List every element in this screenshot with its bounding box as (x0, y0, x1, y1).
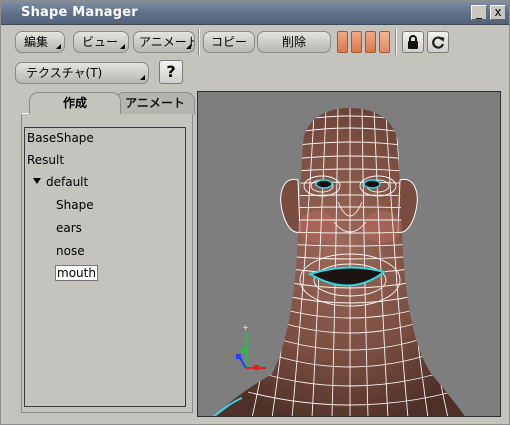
tree-item-mouth[interactable]: mouth (55, 264, 98, 282)
tree-item-result[interactable]: Result (27, 151, 64, 169)
head-surface (215, 108, 465, 416)
window-title: Shape Manager (21, 5, 138, 20)
refresh-icon (432, 36, 445, 49)
right-eye (363, 179, 381, 189)
tree-item-label: Result (27, 153, 65, 167)
tree-item-default[interactable]: default (33, 173, 88, 191)
toolbar-separator (395, 29, 397, 55)
3d-viewport[interactable]: + (197, 91, 501, 417)
tree-item-label: ears (56, 221, 82, 235)
expand-arrow-icon[interactable] (33, 178, 41, 184)
head-mesh-render: + (212, 108, 465, 416)
svg-text:+: + (242, 323, 249, 332)
tree-item-label: default (46, 175, 89, 189)
toolbar-separator (198, 29, 200, 55)
left-ear (280, 178, 301, 233)
close-button[interactable]: x (490, 5, 506, 20)
animate-menu-button[interactable]: アニメート (133, 31, 195, 53)
shape-manager-window: Shape Manager _ x 編集 ビュー アニメート コピー 削除 テク… (0, 0, 510, 425)
view-menu-button[interactable]: ビュー (73, 31, 129, 53)
texture-menu-button[interactable]: テクスチャ(T) (15, 62, 149, 84)
edit-menu-label: 編集 (24, 35, 49, 49)
weight-slider-segment[interactable] (337, 31, 348, 53)
tree-item-baseshape[interactable]: BaseShape (27, 129, 94, 147)
delete-button[interactable]: 削除 (257, 31, 331, 53)
dropdown-arrow-icon (120, 44, 125, 49)
dropdown-arrow-icon (56, 44, 61, 49)
dropdown-arrow-icon (140, 75, 145, 80)
tree-item-nose[interactable]: nose (56, 242, 85, 260)
wireframe-grid (247, 108, 453, 416)
axis-gizmo-icon: + (236, 323, 266, 370)
tree-item-label: BaseShape (27, 131, 94, 145)
tree-item-ears[interactable]: ears (56, 219, 82, 237)
tree-item-label: mouth (55, 265, 98, 281)
title-bar[interactable]: Shape Manager _ x (1, 1, 509, 25)
texture-menu-label: テクスチャ(T) (26, 66, 103, 80)
weight-slider-segment[interactable] (365, 31, 376, 53)
left-eye (315, 179, 333, 189)
refresh-button[interactable] (427, 31, 449, 53)
tab-animate[interactable]: アニメート (115, 92, 195, 114)
lock-icon (408, 35, 418, 49)
weight-slider-segment[interactable] (351, 31, 362, 53)
minimize-button[interactable]: _ (471, 5, 487, 20)
tree-item-label: nose (56, 244, 85, 258)
tree-item-shape[interactable]: Shape (56, 196, 94, 214)
dropdown-arrow-icon (186, 44, 191, 49)
lock-button[interactable] (402, 31, 424, 53)
copy-button[interactable]: コピー (203, 31, 255, 53)
help-button[interactable]: ? (159, 60, 183, 84)
shape-tree[interactable]: BaseShape Result default Shape ears nose… (24, 127, 186, 407)
weight-slider-segment[interactable] (379, 31, 390, 53)
view-menu-label: ビュー (82, 35, 119, 49)
edit-menu-button[interactable]: 編集 (15, 31, 65, 53)
tab-create[interactable]: 作成 (29, 92, 121, 114)
tree-item-label: Shape (56, 198, 94, 212)
